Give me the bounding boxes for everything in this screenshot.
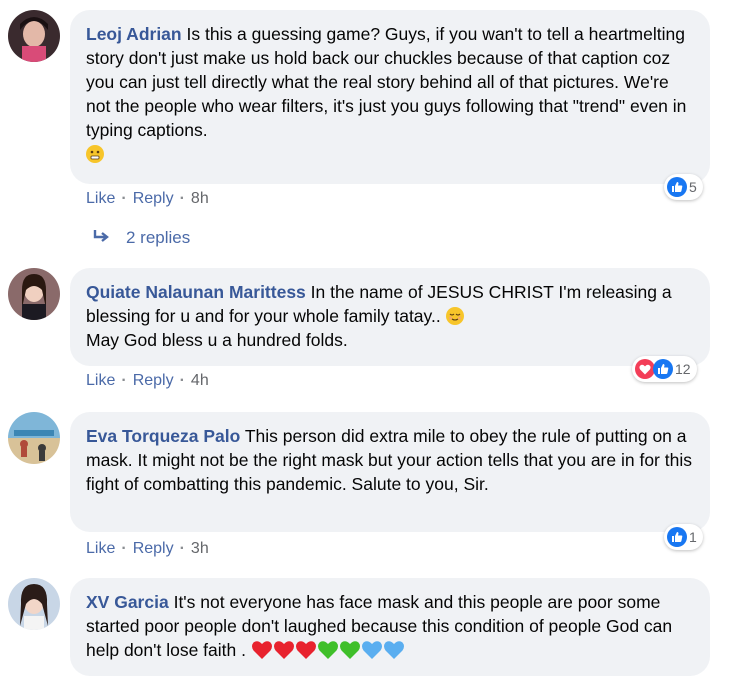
reaction-summary[interactable]: 5 xyxy=(664,174,703,200)
love-reaction-icon xyxy=(635,359,655,379)
reaction-count: 1 xyxy=(689,529,697,545)
separator: · xyxy=(121,372,127,389)
avatar[interactable] xyxy=(8,412,60,464)
comment-bubble: Leoj Adrian Is this a guessing game? Guy… xyxy=(70,10,710,184)
red-heart-icon xyxy=(273,640,295,660)
comment-author[interactable]: Quiate Nalaunan Marittess xyxy=(86,282,306,302)
relieved-face-emoji-icon xyxy=(445,307,464,325)
comment-author[interactable]: Leoj Adrian xyxy=(86,24,182,44)
comment-timestamp[interactable]: 3h xyxy=(191,540,209,557)
reply-link[interactable]: Reply xyxy=(133,190,174,207)
view-replies-link[interactable]: 2 replies xyxy=(92,228,190,248)
reply-link[interactable]: Reply xyxy=(133,372,174,389)
avatar[interactable] xyxy=(8,10,60,62)
avatar[interactable] xyxy=(8,578,60,630)
comment-actions: Like · Reply · 8h xyxy=(86,190,209,208)
reaction-summary[interactable]: 12 xyxy=(632,356,697,382)
red-heart-icon xyxy=(251,640,273,660)
reply-arrow-icon xyxy=(92,228,110,248)
separator: · xyxy=(179,190,185,207)
red-heart-icon xyxy=(295,640,317,660)
comment-timestamp[interactable]: 8h xyxy=(191,190,209,207)
like-reaction-icon xyxy=(667,177,687,197)
blue-heart-icon xyxy=(361,640,383,660)
avatar[interactable] xyxy=(8,268,60,320)
like-reaction-icon xyxy=(653,359,673,379)
grimacing-emoji-icon xyxy=(86,145,104,163)
comment-bubble: XV Garcia It's not everyone has face mas… xyxy=(70,578,710,676)
green-heart-icon xyxy=(317,640,339,660)
like-link[interactable]: Like xyxy=(86,190,115,207)
reaction-count: 5 xyxy=(689,179,697,195)
replies-count[interactable]: 2 replies xyxy=(126,228,190,248)
separator: · xyxy=(179,372,185,389)
comment-author[interactable]: Eva Torqueza Palo xyxy=(86,426,240,446)
comment-actions: Like · Reply · 3h xyxy=(86,540,209,558)
comment-timestamp[interactable]: 4h xyxy=(191,372,209,389)
like-reaction-icon xyxy=(667,527,687,547)
comment-text: May God bless u a hundred folds. xyxy=(86,330,348,350)
comment-author[interactable]: XV Garcia xyxy=(86,592,169,612)
separator: · xyxy=(179,540,185,557)
separator: · xyxy=(121,540,127,557)
comment-actions: Like · Reply · 4h xyxy=(86,372,209,390)
reply-link[interactable]: Reply xyxy=(133,540,174,557)
blue-heart-icon xyxy=(383,640,405,660)
comment-bubble: Quiate Nalaunan Marittess In the name of… xyxy=(70,268,710,366)
green-heart-icon xyxy=(339,640,361,660)
separator: · xyxy=(121,190,127,207)
comment-bubble: Eva Torqueza Palo This person did extra … xyxy=(70,412,710,532)
reaction-count: 12 xyxy=(675,361,691,377)
like-link[interactable]: Like xyxy=(86,372,115,389)
reaction-summary[interactable]: 1 xyxy=(664,524,703,550)
like-link[interactable]: Like xyxy=(86,540,115,557)
